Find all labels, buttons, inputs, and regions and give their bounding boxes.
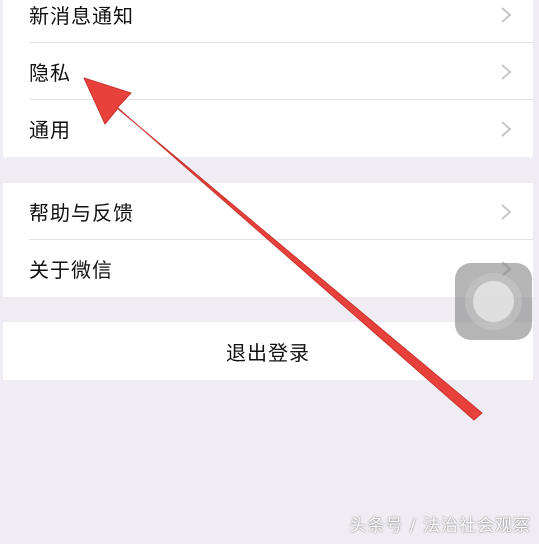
assistive-touch-icon[interactable] xyxy=(455,263,532,340)
assistive-touch-dot xyxy=(473,281,514,322)
watermark: 头条号 / 法治社会观察 xyxy=(349,516,531,536)
